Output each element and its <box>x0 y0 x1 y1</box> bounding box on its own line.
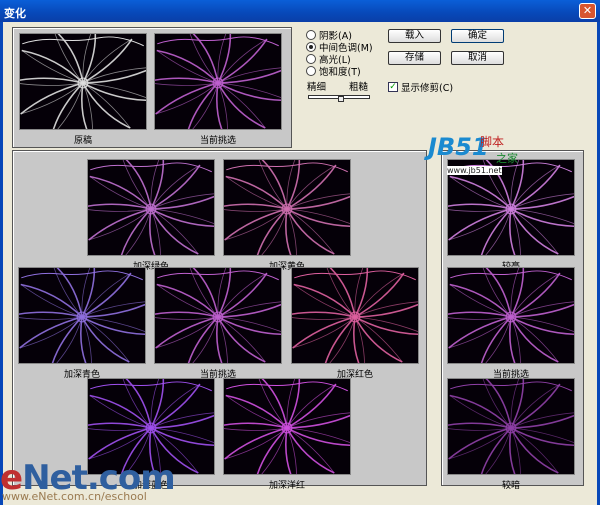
checkbox[interactable]: ✓ <box>388 82 398 92</box>
radio-label: 饱和度(T) <box>319 67 361 78</box>
cancel-button[interactable]: 取消 <box>451 51 504 65</box>
brightness-thumbnail[interactable] <box>447 378 575 475</box>
radio-saturation[interactable]: 饱和度(T) <box>306 64 361 78</box>
variation-thumbnail[interactable] <box>87 159 215 256</box>
window-title: 变化 <box>4 7 26 20</box>
jb51-logo-text: 之家 <box>496 152 518 165</box>
flower-image <box>448 268 574 363</box>
flower-image <box>224 379 350 474</box>
flower-image <box>292 268 418 363</box>
checkbox-label: 显示修剪(C) <box>401 83 454 94</box>
show-clipping-checkbox[interactable]: ✓ 显示修剪(C) <box>388 80 453 94</box>
original-label: 原稿 <box>73 136 92 146</box>
fine-label: 精细 <box>307 82 327 93</box>
radio-button[interactable] <box>306 42 316 52</box>
original-preview <box>19 33 147 130</box>
variation-thumbnail[interactable] <box>223 159 351 256</box>
flower-image <box>448 379 574 474</box>
flower-image <box>19 268 145 363</box>
brightness-thumbnail[interactable] <box>447 267 575 364</box>
radio-button[interactable] <box>306 30 316 40</box>
variation-label: 加深洋红 <box>268 481 305 491</box>
flower-image <box>155 34 281 129</box>
save-button[interactable]: 存储 <box>388 51 441 65</box>
coarse-label: 粗糙 <box>349 82 369 93</box>
load-button[interactable]: 载入 <box>388 29 441 43</box>
jb51-logo-text: 脚本 <box>480 135 505 149</box>
flower-image <box>224 160 350 255</box>
close-icon[interactable]: ✕ <box>579 3 596 19</box>
enet-url: www.eNet.com.cn/eschool <box>2 490 147 503</box>
flower-image <box>20 34 146 129</box>
variation-thumbnail[interactable] <box>154 267 282 364</box>
current-preview <box>154 33 282 130</box>
slider-thumb[interactable] <box>338 96 344 102</box>
flower-image <box>155 268 281 363</box>
variation-thumbnail[interactable] <box>18 267 146 364</box>
flower-image <box>88 160 214 255</box>
variation-thumbnail[interactable] <box>223 378 351 475</box>
variation-thumbnail[interactable] <box>291 267 419 364</box>
title-bar: 变化 ✕ <box>0 0 600 22</box>
brightness-label: 较暗 <box>501 481 520 491</box>
jb51-url: www.jb51.net <box>447 166 502 175</box>
current-label: 当前挑选 <box>199 136 236 146</box>
radio-button[interactable] <box>306 54 316 64</box>
ok-button[interactable]: 确定 <box>451 29 504 43</box>
radio-button[interactable] <box>306 66 316 76</box>
